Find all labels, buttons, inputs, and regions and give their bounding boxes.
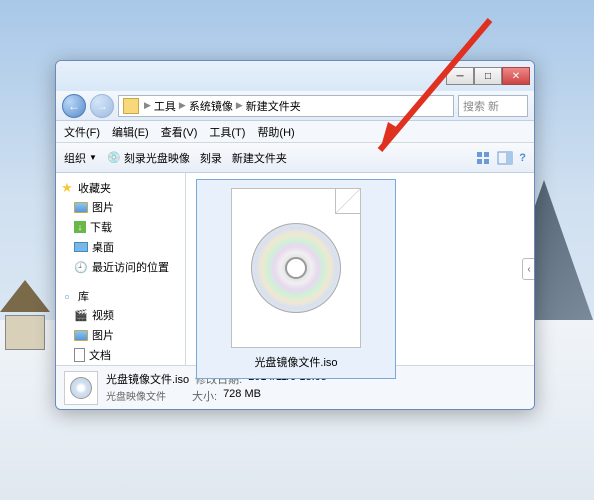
- details-thumbnail: [64, 371, 98, 405]
- star-icon: ★: [60, 181, 74, 195]
- sidebar-library[interactable]: ▫ 库: [60, 287, 181, 305]
- details-filetype: 光盘映像文件: [106, 388, 166, 404]
- titlebar: ─ □ ✕: [56, 61, 534, 91]
- sidebar-item-desktop[interactable]: 桌面: [60, 237, 181, 257]
- back-button[interactable]: ←: [62, 94, 86, 118]
- disc-icon: [251, 223, 341, 313]
- sidebar-item-label: 视频: [92, 307, 114, 323]
- sidebar-favorites[interactable]: ★ 收藏夹: [60, 179, 181, 197]
- sidebar-item-label: 桌面: [92, 239, 114, 255]
- pane-icon: [497, 150, 513, 166]
- breadcrumb[interactable]: ▶ 工具 ▶ 系统镜像 ▶ 新建文件夹: [118, 95, 454, 117]
- explorer-window: ─ □ ✕ ← → ▶ 工具 ▶ 系统镜像 ▶ 新建文件夹 搜索 新 文件(F): [55, 60, 535, 410]
- help-button[interactable]: ?: [519, 150, 526, 166]
- library-label: 库: [78, 288, 89, 304]
- folder-icon: [123, 98, 139, 114]
- document-icon: [74, 348, 85, 362]
- new-folder-button[interactable]: 新建文件夹: [232, 150, 287, 166]
- content-pane[interactable]: 光盘镜像文件.iso ‹: [186, 173, 534, 365]
- download-icon: ↓: [74, 221, 86, 233]
- minimize-button[interactable]: ─: [446, 67, 474, 85]
- breadcrumb-part[interactable]: 新建文件夹: [246, 98, 301, 114]
- disc-icon: [70, 377, 92, 399]
- chevron-right-icon: ▶: [144, 100, 151, 111]
- pictures-icon: [74, 330, 88, 341]
- body-area: ★ 收藏夹 图片 ↓ 下载 桌面: [56, 173, 534, 365]
- maximize-button[interactable]: □: [474, 67, 502, 85]
- menu-view[interactable]: 查看(V): [161, 124, 198, 140]
- favorites-label: 收藏夹: [78, 180, 111, 196]
- pictures-icon: [74, 202, 88, 213]
- breadcrumb-part[interactable]: 系统镜像: [189, 98, 233, 114]
- sidebar-item-label: 下载: [90, 219, 112, 235]
- menu-edit[interactable]: 编辑(E): [112, 124, 149, 140]
- chevron-right-icon: ▶: [179, 100, 186, 111]
- organize-button[interactable]: 组织 ▼: [64, 150, 97, 166]
- view-options-button[interactable]: [475, 150, 491, 166]
- dropdown-icon: ▼: [89, 153, 97, 162]
- menu-file[interactable]: 文件(F): [64, 124, 100, 140]
- breadcrumb-part[interactable]: 工具: [154, 98, 176, 114]
- library-icon: ▫: [60, 289, 74, 303]
- recent-icon: 🕘: [74, 260, 88, 274]
- desktop-wallpaper: ─ □ ✕ ← → ▶ 工具 ▶ 系统镜像 ▶ 新建文件夹 搜索 新 文件(F): [0, 0, 594, 500]
- chevron-right-icon: ▶: [236, 100, 243, 111]
- preview-pane-button[interactable]: [497, 150, 513, 166]
- preview-pane-handle[interactable]: ‹: [522, 258, 535, 280]
- wallpaper-house: [5, 280, 60, 350]
- sidebar: ★ 收藏夹 图片 ↓ 下载 桌面: [56, 173, 186, 365]
- sidebar-item-pictures[interactable]: 图片: [60, 197, 181, 217]
- organize-label: 组织: [64, 150, 86, 166]
- details-size-value: 728 MB: [223, 388, 261, 404]
- burn-image-label: 刻录光盘映像: [124, 150, 190, 166]
- sidebar-item-videos[interactable]: 🎬 视频: [60, 305, 181, 325]
- details-size-label: 大小:: [192, 388, 217, 404]
- close-button[interactable]: ✕: [502, 67, 530, 85]
- burn-button[interactable]: 刻录: [200, 150, 222, 166]
- file-item-iso[interactable]: 光盘镜像文件.iso: [196, 179, 396, 379]
- help-icon: ?: [519, 152, 526, 164]
- window-controls: ─ □ ✕: [446, 67, 530, 85]
- file-label: 光盘镜像文件.iso: [254, 354, 337, 370]
- menu-bar: 文件(F) 编辑(E) 查看(V) 工具(T) 帮助(H): [56, 121, 534, 143]
- nav-bar: ← → ▶ 工具 ▶ 系统镜像 ▶ 新建文件夹 搜索 新: [56, 91, 534, 121]
- desktop-icon: [74, 242, 88, 252]
- video-icon: 🎬: [74, 308, 88, 322]
- view-icon: [475, 150, 491, 166]
- sidebar-item-downloads[interactable]: ↓ 下载: [60, 217, 181, 237]
- sidebar-item-label: 图片: [92, 327, 114, 343]
- search-placeholder: 搜索 新: [463, 98, 499, 114]
- forward-button[interactable]: →: [90, 94, 114, 118]
- sidebar-item-label: 图片: [92, 199, 114, 215]
- toolbar: 组织 ▼ 💿 刻录光盘映像 刻录 新建文件夹 ?: [56, 143, 534, 173]
- file-thumbnail: [231, 188, 361, 348]
- search-input[interactable]: 搜索 新: [458, 95, 528, 117]
- menu-tools[interactable]: 工具(T): [209, 124, 245, 140]
- sidebar-item-label: 最近访问的位置: [92, 259, 169, 275]
- burn-image-button[interactable]: 💿 刻录光盘映像: [107, 150, 190, 166]
- sidebar-item-label: 文档: [89, 347, 111, 363]
- details-filename: 光盘镜像文件.iso: [106, 371, 189, 387]
- menu-help[interactable]: 帮助(H): [257, 124, 294, 140]
- sidebar-item-documents[interactable]: 文档: [60, 345, 181, 365]
- sidebar-item-recent[interactable]: 🕘 最近访问的位置: [60, 257, 181, 277]
- sidebar-item-pictures-lib[interactable]: 图片: [60, 325, 181, 345]
- disc-icon: 💿: [107, 151, 121, 165]
